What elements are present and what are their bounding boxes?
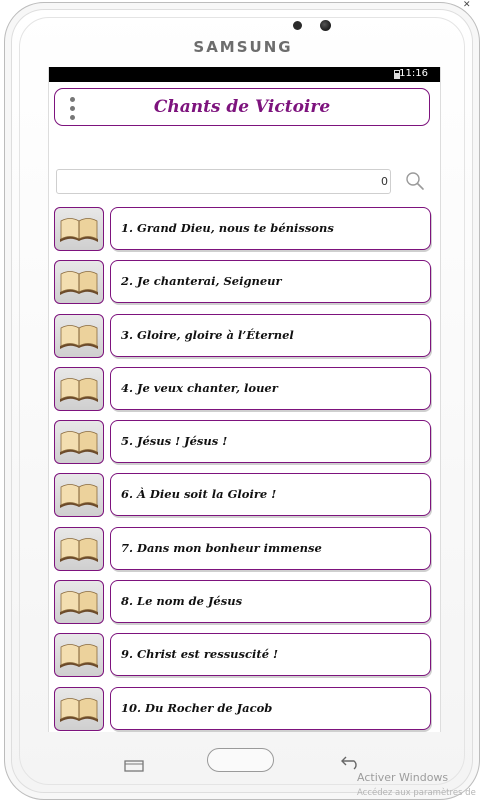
list-item[interactable]: 10. Du Rocher de Jacob <box>54 686 434 732</box>
close-icon[interactable]: ✕ <box>463 0 471 10</box>
song-title: 8. Le nom de Jésus <box>121 594 243 609</box>
song-button[interactable]: 7. Dans mon bonheur immense <box>110 526 431 570</box>
book-icon[interactable] <box>54 420 104 465</box>
list-item[interactable]: 1. Grand Dieu, nous te bénissons <box>54 207 434 260</box>
song-button[interactable]: 3. Gloire, gloire à l’Éternel <box>110 313 431 357</box>
book-icon[interactable] <box>54 686 104 731</box>
song-title: 7. Dans mon bonheur immense <box>121 540 322 555</box>
song-button[interactable]: 2. Je chanterai, Seigneur <box>110 260 431 304</box>
list-item[interactable]: 6. À Dieu soit la Gloire ! <box>54 473 434 526</box>
song-button[interactable]: 6. À Dieu soit la Gloire ! <box>110 473 431 517</box>
song-title: 4. Je veux chanter, louer <box>121 380 278 395</box>
song-title: 2. Je chanterai, Seigneur <box>121 274 282 289</box>
list-item[interactable]: 7. Dans mon bonheur immense <box>54 526 434 580</box>
list-item[interactable]: 4. Je veux chanter, louer <box>54 366 434 420</box>
song-button[interactable]: 8. Le nom de Jésus <box>110 580 431 624</box>
book-icon[interactable] <box>54 580 104 625</box>
book-icon[interactable] <box>54 207 104 251</box>
search-icon[interactable] <box>404 170 426 192</box>
windows-activation-watermark: Activer Windows <box>357 771 449 784</box>
list-item[interactable]: 3. Gloire, gloire à l’Éternel <box>54 313 434 367</box>
song-button[interactable]: 5. Jésus ! Jésus ! <box>110 420 431 464</box>
book-icon[interactable] <box>54 260 104 305</box>
app-title: Chants de Victoire <box>153 97 331 117</box>
book-icon[interactable] <box>54 366 104 411</box>
app-title-bar: Chants de Victoire <box>54 88 430 126</box>
list-item[interactable]: 2. Je chanterai, Seigneur <box>54 260 434 313</box>
status-time: 11:16 <box>399 68 428 79</box>
song-button[interactable]: 9. Christ est ressuscité ! <box>110 633 431 677</box>
book-icon[interactable] <box>54 473 104 518</box>
sensor-dot <box>293 21 302 30</box>
song-title: 5. Jésus ! Jésus ! <box>121 434 228 449</box>
front-camera <box>320 20 331 31</box>
list-item[interactable]: 8. Le nom de Jésus <box>54 580 434 633</box>
song-title: 6. À Dieu soit la Gloire ! <box>121 487 277 502</box>
song-list: 1. Grand Dieu, nous te bénissons 2. Je ch… <box>54 207 434 732</box>
screen: 11:16 Chants de Victoire 0 1. Grand Dieu… <box>48 67 441 732</box>
song-title: 10. Du Rocher de Jacob <box>121 700 273 715</box>
book-icon[interactable] <box>54 313 104 358</box>
home-button[interactable] <box>207 748 274 772</box>
device-brand: SAMSUNG <box>193 38 293 56</box>
song-button[interactable]: 1. Grand Dieu, nous te bénissons <box>110 207 431 250</box>
list-item[interactable]: 5. Jésus ! Jésus ! <box>54 420 434 473</box>
book-icon[interactable] <box>54 633 104 678</box>
song-button[interactable]: 10. Du Rocher de Jacob <box>110 686 431 730</box>
book-icon[interactable] <box>54 526 104 571</box>
song-button[interactable]: 4. Je veux chanter, louer <box>110 366 431 410</box>
list-item[interactable]: 9. Christ est ressuscité ! <box>54 633 434 686</box>
windows-activation-hint: Accédez aux paramètres de <box>357 788 476 798</box>
song-title: 1. Grand Dieu, nous te bénissons <box>121 221 334 235</box>
song-title: 3. Gloire, gloire à l’Éternel <box>121 327 294 342</box>
recent-apps-icon[interactable] <box>124 757 144 772</box>
search-input[interactable]: 0 <box>56 169 391 194</box>
back-icon[interactable] <box>339 754 361 770</box>
status-bar: 11:16 <box>49 67 440 82</box>
song-title: 9. Christ est ressuscité ! <box>121 647 279 662</box>
